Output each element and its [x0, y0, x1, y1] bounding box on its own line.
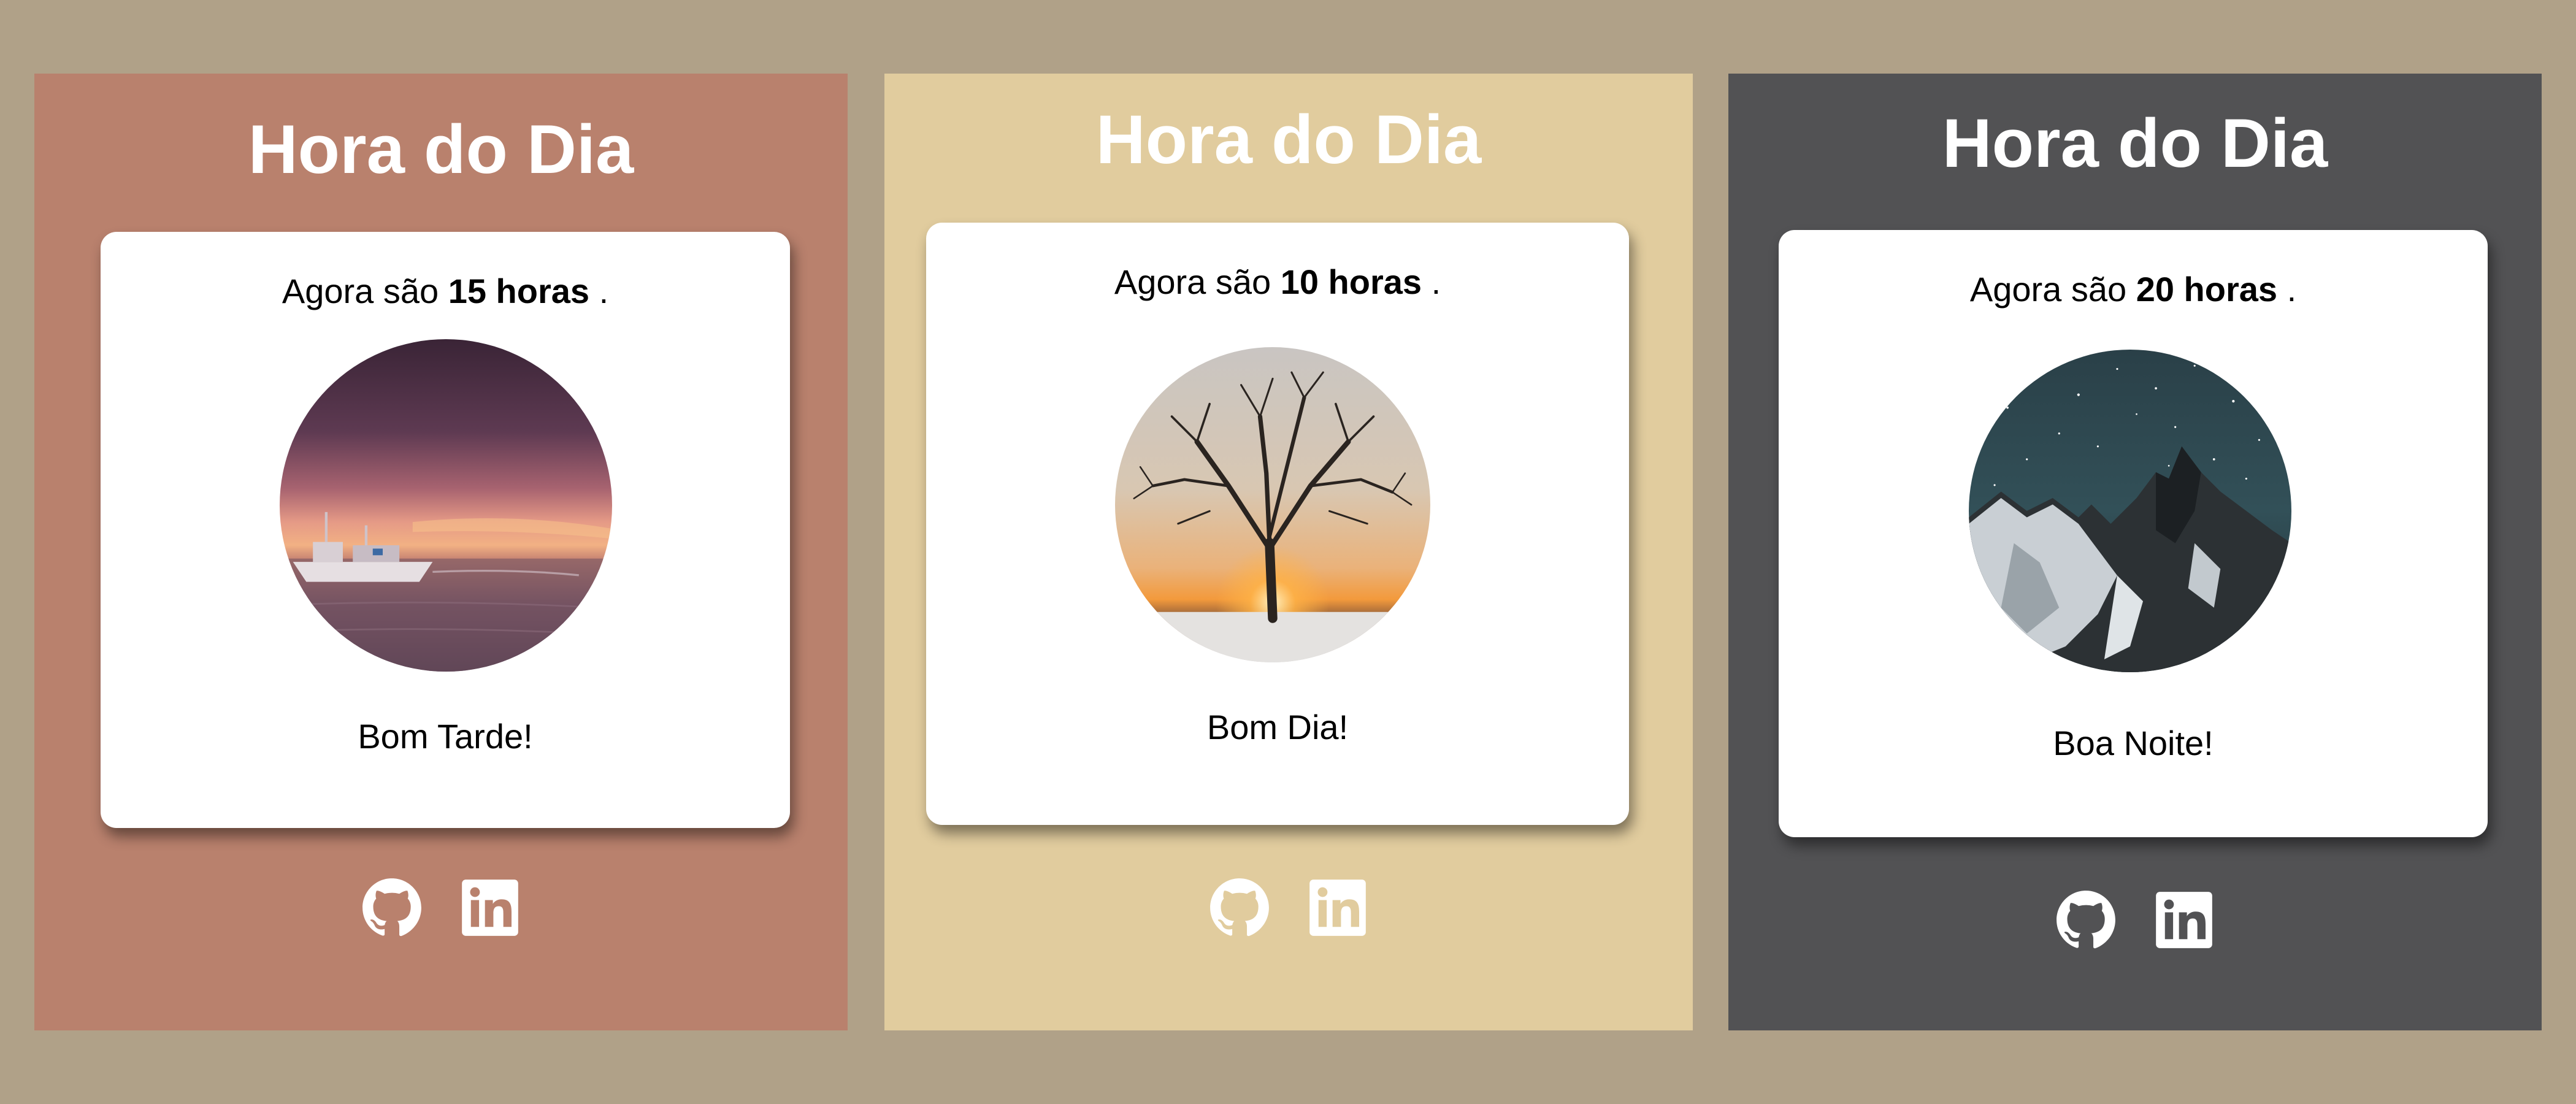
linkedin-link[interactable] — [459, 877, 521, 938]
time-text: Agora são 15 horas . — [101, 271, 790, 311]
starry-mountains-image — [1969, 350, 2291, 672]
linkedin-link[interactable] — [2153, 889, 2215, 951]
page-title: Hora do Dia — [248, 111, 634, 188]
github-link[interactable] — [1209, 877, 1270, 938]
github-link[interactable] — [361, 877, 423, 938]
linkedin-icon — [462, 880, 518, 936]
time-suffix: . — [1431, 263, 1441, 301]
time-card: Agora são 20 horas . Boa Noite! — [1779, 230, 2488, 837]
linkedin-icon — [1309, 880, 1366, 936]
time-prefix: Agora são — [282, 272, 439, 310]
social-links — [1728, 889, 2542, 951]
time-text: Agora são 10 horas . — [926, 262, 1629, 302]
sunset-boat-image — [280, 339, 612, 672]
time-card: Agora são 10 horas . Bom Dia! — [926, 223, 1629, 825]
github-icon — [362, 878, 421, 937]
greeting-text: Bom Dia! — [1206, 708, 1349, 746]
social-links — [34, 877, 848, 938]
time-text: Agora são 20 horas . — [1779, 269, 2488, 309]
panel-afternoon: Hora do Dia Agora são 15 horas . Bom Tar… — [34, 74, 848, 1030]
time-suffix: . — [2287, 270, 2297, 309]
time-value: 15 horas — [448, 272, 590, 310]
time-value: 20 horas — [2136, 270, 2278, 309]
page-title: Hora do Dia — [1942, 105, 2328, 182]
github-icon — [2057, 891, 2115, 949]
time-suffix: . — [599, 272, 609, 310]
time-value: 10 horas — [1280, 263, 1422, 301]
time-prefix: Agora são — [1969, 270, 2127, 309]
greeting-text: Boa Noite! — [2053, 724, 2214, 762]
page-title: Hora do Dia — [1095, 101, 1482, 178]
panel-night: Hora do Dia Agora são 20 horas . Boa Noi… — [1728, 74, 2542, 1030]
github-icon — [1210, 878, 1269, 937]
social-links — [884, 877, 1693, 938]
time-prefix: Agora são — [1114, 263, 1271, 301]
tree-sunrise-image — [1115, 347, 1430, 662]
time-card: Agora são 15 horas . Bom Tarde! — [101, 232, 790, 828]
linkedin-icon — [2156, 892, 2212, 948]
panel-morning: Hora do Dia Agora são 10 horas . Bom Dia… — [884, 74, 1693, 1030]
linkedin-link[interactable] — [1307, 877, 1368, 938]
greeting-text: Bom Tarde! — [358, 717, 533, 756]
github-link[interactable] — [2055, 889, 2117, 951]
